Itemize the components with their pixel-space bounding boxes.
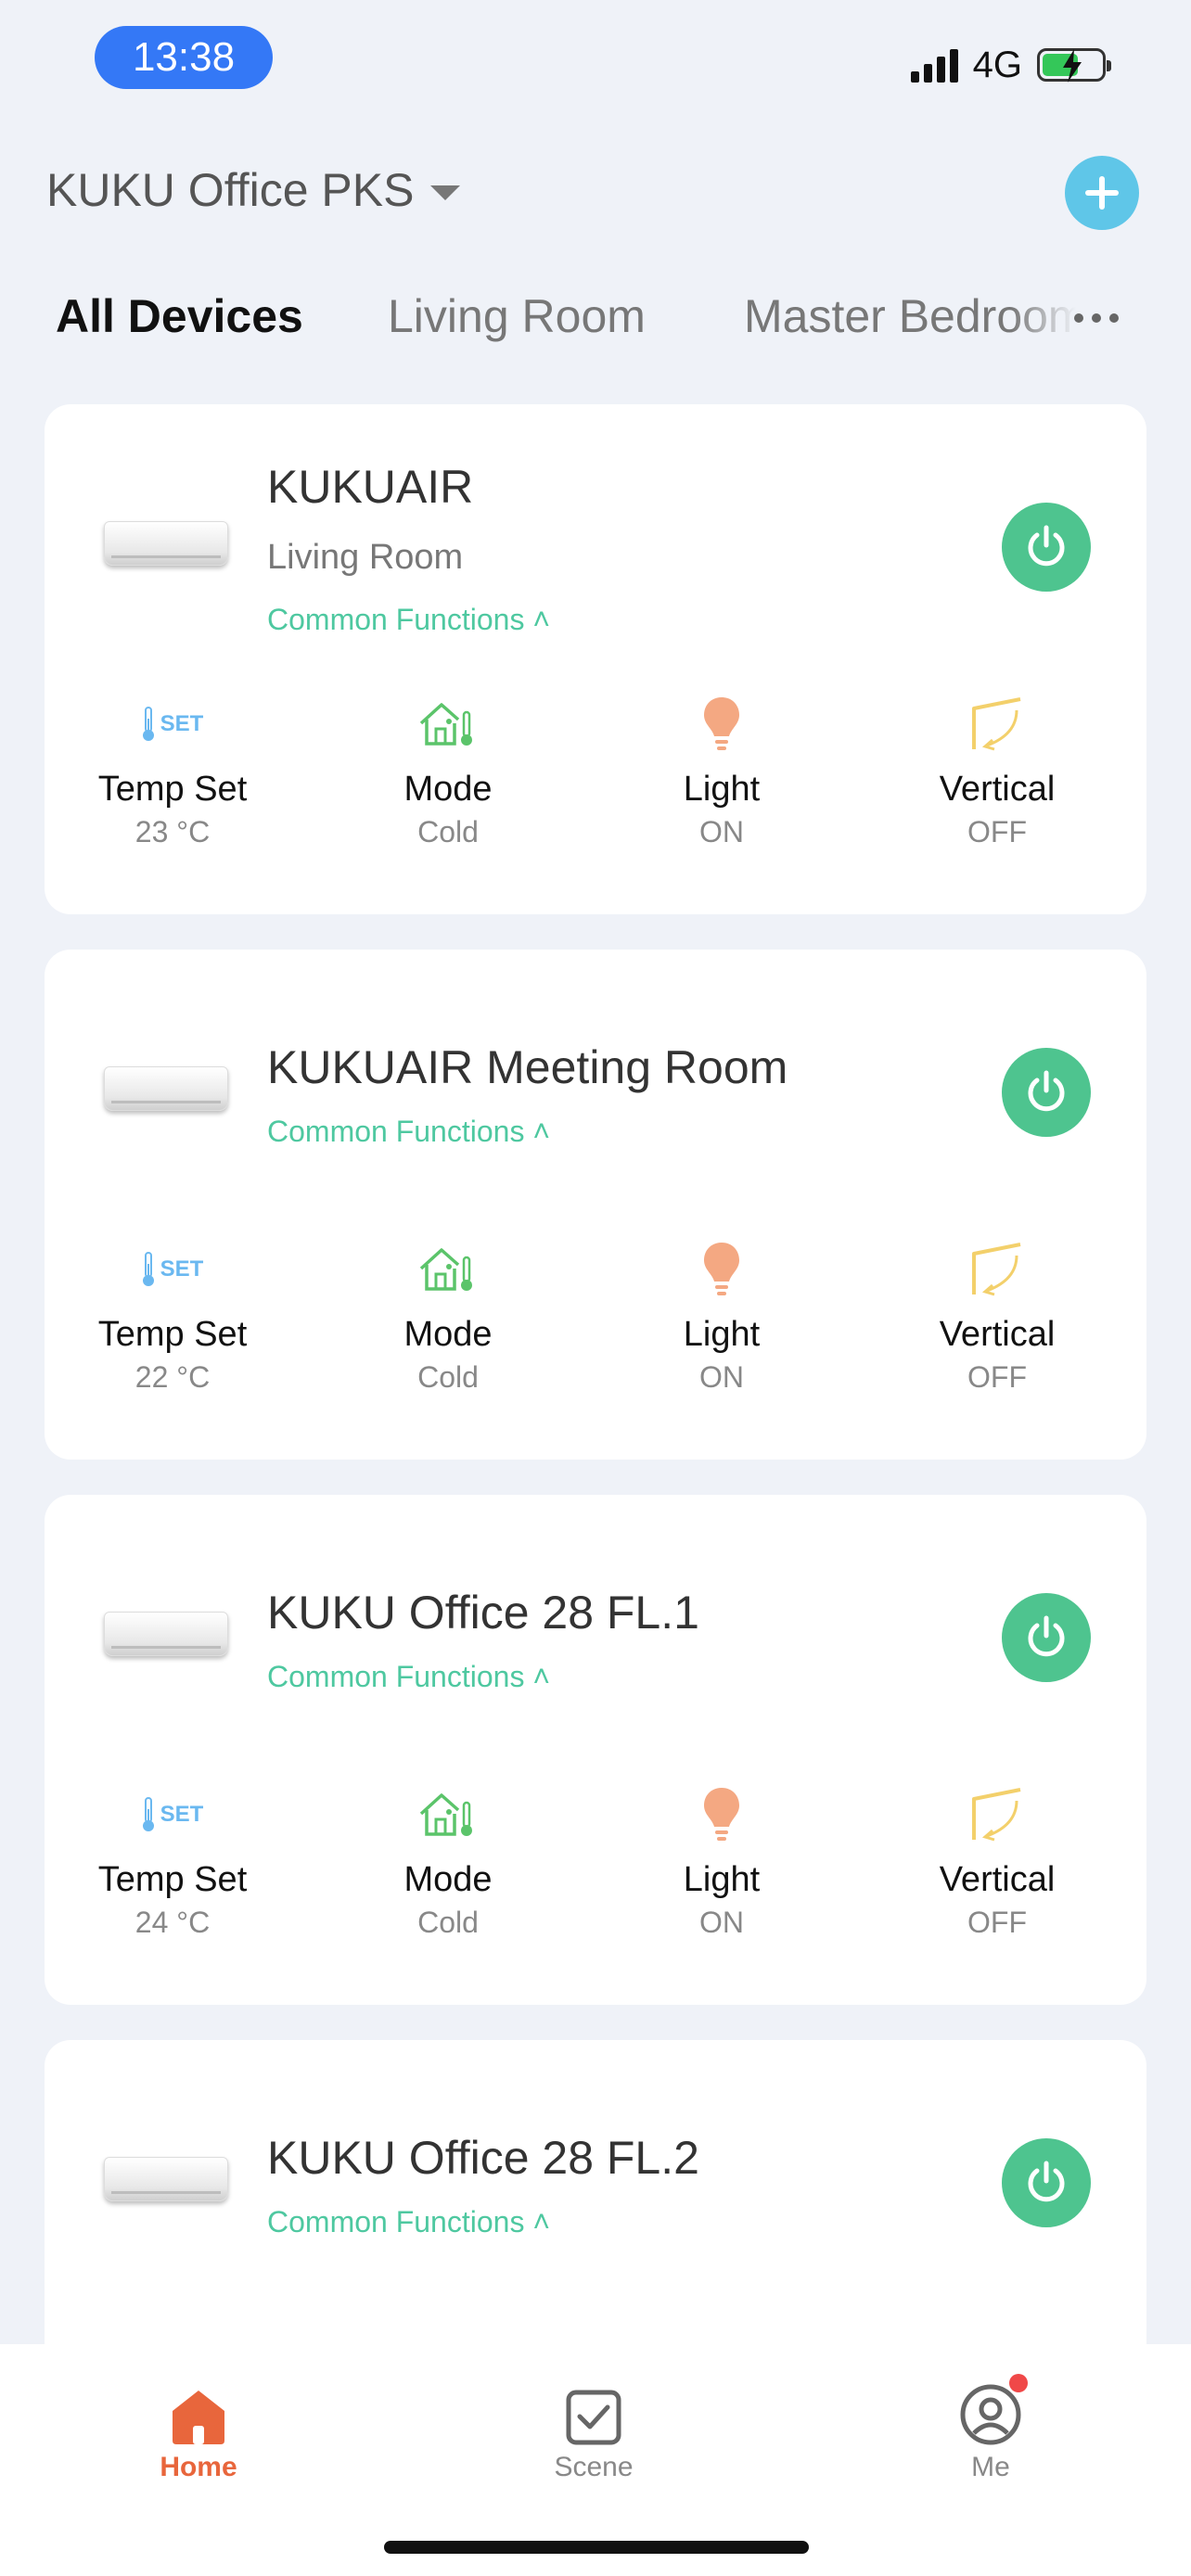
device-card[interactable]: KUKU Office 28 FL.1 Common Functions ˄ S… [45, 1495, 1146, 2005]
caret-down-icon [430, 185, 461, 200]
common-functions-toggle[interactable]: Common Functions ˄ [267, 2205, 550, 2239]
device-room: Living Room [267, 538, 464, 577]
home-icon [173, 2391, 224, 2444]
device-card[interactable]: KUKUAIR Meeting Room Common Functions ˄ … [45, 950, 1146, 1460]
light-bulb-icon [704, 1788, 739, 1841]
home-name: KUKU Office PKS [46, 164, 415, 216]
function-value: 22 °C [134, 1360, 211, 1394]
house-thermometer-icon [419, 703, 472, 746]
function-label: Light [683, 770, 761, 809]
signal-icon [910, 47, 958, 83]
function-value: Cold [417, 815, 479, 848]
function-value: 24 °C [134, 1906, 211, 1939]
temp-set-function[interactable]: SET Temp Set 23 °C [70, 692, 275, 849]
vertical-swing-icon [972, 697, 1021, 751]
light-bulb-icon [704, 1243, 739, 1295]
tab-me[interactable]: Me [907, 2363, 1074, 2483]
network-type: 4G [972, 44, 1022, 85]
tab-all-devices[interactable]: All Devices [56, 289, 303, 343]
home-indicator [384, 2541, 809, 2554]
function-label: Mode [403, 770, 493, 809]
power-icon [1028, 525, 1065, 567]
power-icon [1028, 1615, 1065, 1657]
function-value: OFF [967, 815, 1027, 848]
house-thermometer-icon [419, 1793, 472, 1836]
user-profile-icon [960, 2384, 1021, 2445]
air-conditioner-icon [104, 1066, 228, 1111]
tab-home[interactable]: Home [115, 2363, 282, 2483]
thermometer-set-icon: SET [142, 1251, 203, 1288]
air-conditioner-icon [104, 521, 228, 566]
tab-scene[interactable]: Scene [510, 2363, 677, 2483]
house-thermometer-icon [419, 1248, 472, 1291]
function-label: Temp Set [97, 1315, 248, 1354]
tab-me-label: Me [971, 2452, 1010, 2482]
vertical-swing-function[interactable]: Vertical OFF [895, 692, 1099, 849]
device-name: KUKU Office 28 FL.1 [267, 1587, 699, 1639]
air-conditioner-icon [104, 1612, 228, 1656]
home-selector[interactable]: KUKU Office PKS [46, 163, 461, 217]
mode-function[interactable]: Mode Cold [346, 1782, 550, 1940]
device-name: KUKUAIR Meeting Room [267, 1041, 788, 1093]
function-value: ON [699, 815, 744, 848]
tab-master-bedroom[interactable]: Master Bedroom [744, 289, 1076, 343]
checkbox-icon [566, 2390, 621, 2445]
power-icon [1028, 1070, 1065, 1112]
function-label: Vertical [939, 1860, 1056, 1899]
function-label: Temp Set [97, 1860, 248, 1899]
tab-home-label: Home [160, 2452, 237, 2482]
mode-function[interactable]: Mode Cold [346, 1237, 550, 1395]
function-label: Temp Set [97, 770, 248, 809]
thermometer-set-icon: SET [142, 1796, 203, 1833]
function-value: Cold [417, 1906, 479, 1939]
device-name: KUKUAIR [267, 461, 474, 513]
device-card[interactable]: KUKUAIR Living Room Common Functions ˄ S… [45, 404, 1146, 914]
light-bulb-icon [704, 697, 739, 750]
common-functions-toggle[interactable]: Common Functions ˄ [267, 1115, 550, 1149]
mode-function[interactable]: Mode Cold [346, 692, 550, 849]
power-icon [1028, 2161, 1065, 2202]
power-button[interactable] [1002, 1593, 1091, 1682]
function-label: Mode [403, 1860, 493, 1899]
vertical-swing-icon [972, 1788, 1021, 1842]
function-value: ON [699, 1906, 744, 1939]
status-time: 13:38 [95, 26, 273, 89]
vertical-swing-function[interactable]: Vertical OFF [895, 1782, 1099, 1940]
vertical-swing-icon [972, 1243, 1021, 1296]
function-value: OFF [967, 1906, 1027, 1939]
tab-scene-label: Scene [554, 2452, 634, 2482]
light-function[interactable]: Light ON [620, 692, 824, 849]
device-name: KUKU Office 28 FL.2 [267, 2132, 699, 2184]
battery-icon [1037, 48, 1111, 83]
power-button[interactable] [1002, 2138, 1091, 2227]
function-label: Vertical [939, 1315, 1056, 1354]
function-label: Light [683, 1315, 761, 1354]
power-button[interactable] [1002, 503, 1091, 592]
thermometer-set-icon: SET [142, 706, 203, 743]
common-functions-toggle[interactable]: Common Functions ˄ [267, 1660, 550, 1694]
light-function[interactable]: Light ON [620, 1782, 824, 1940]
status-indicators: 4G [910, 37, 1111, 93]
temp-set-function[interactable]: SET Temp Set 22 °C [70, 1237, 275, 1395]
power-button[interactable] [1002, 1048, 1091, 1137]
common-functions-toggle[interactable]: Common Functions ˄ [267, 603, 550, 637]
function-value: 23 °C [134, 815, 211, 848]
function-value: Cold [417, 1360, 479, 1394]
more-tabs-icon[interactable] [1074, 313, 1119, 323]
function-label: Mode [403, 1315, 493, 1354]
notification-dot [1009, 2374, 1028, 2392]
add-device-button[interactable] [1065, 156, 1139, 230]
function-label: Light [683, 1860, 761, 1899]
temp-set-function[interactable]: SET Temp Set 24 °C [70, 1782, 275, 1940]
function-value: ON [699, 1360, 744, 1394]
air-conditioner-icon [104, 2157, 228, 2201]
vertical-swing-function[interactable]: Vertical OFF [895, 1237, 1099, 1395]
light-function[interactable]: Light ON [620, 1237, 824, 1395]
function-label: Vertical [939, 770, 1056, 809]
tab-living-room[interactable]: Living Room [388, 289, 646, 343]
function-value: OFF [967, 1360, 1027, 1394]
